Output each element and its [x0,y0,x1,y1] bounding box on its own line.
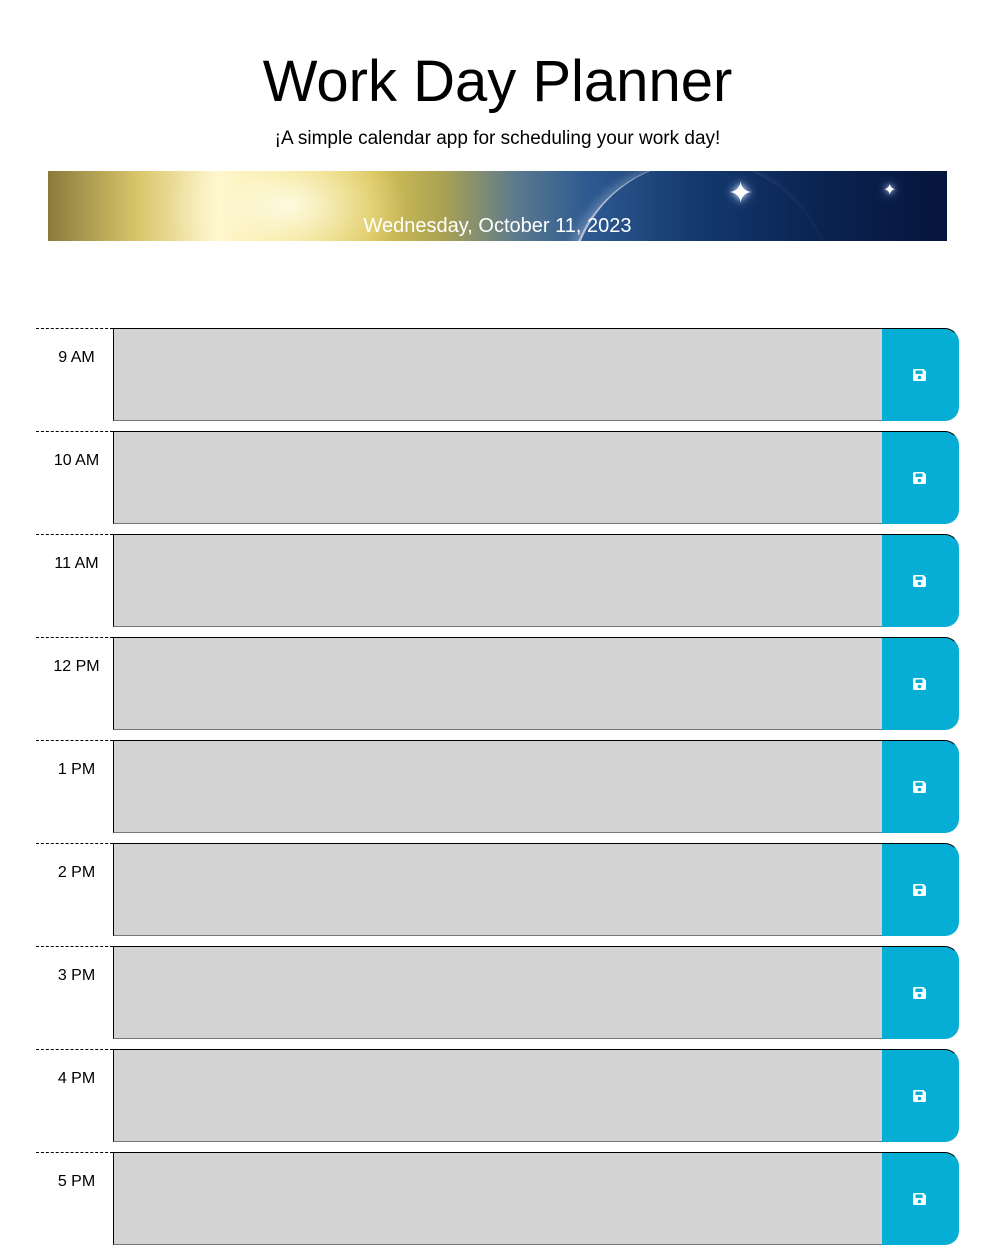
event-description-textarea[interactable] [113,740,883,833]
date-banner: ✦ ✦ Wednesday, October 11, 2023 [48,171,947,241]
floppy-disk-icon [913,369,926,381]
current-date: Wednesday, October 11, 2023 [363,215,632,237]
save-button[interactable] [882,946,959,1039]
hour-label-cell: 3 PM [36,946,113,1039]
time-block-row: 9 AM [36,328,959,421]
floppy-disk-icon [913,781,926,793]
floppy-disk-icon [913,678,926,690]
floppy-disk-icon [913,575,926,587]
hour-label: 4 PM [57,1070,96,1087]
page-subtitle: ¡A simple calendar app for scheduling yo… [274,128,721,149]
hour-label: 11 AM [54,555,99,572]
hour-label-cell: 5 PM [36,1152,113,1245]
time-block-row: 4 PM [36,1049,959,1142]
hour-label: 1 PM [57,761,96,778]
save-button[interactable] [882,740,959,833]
event-description-textarea[interactable] [113,843,883,936]
floppy-disk-icon [913,987,926,999]
hour-label-cell: 9 AM [36,328,113,421]
hour-label: 3 PM [57,967,96,984]
hour-label-cell: 4 PM [36,1049,113,1142]
star-icon: ✦ [728,177,754,210]
save-button[interactable] [882,637,959,730]
page: Work Day Planner ¡A simple calendar app … [0,0,995,1256]
hour-label-cell: 11 AM [36,534,113,627]
time-block-row: 5 PM [36,1152,959,1245]
save-button[interactable] [882,843,959,936]
save-button[interactable] [882,328,959,421]
hour-label-cell: 1 PM [36,740,113,833]
floppy-disk-icon [913,1193,926,1205]
star-icon: ✦ [883,182,897,199]
hour-label: 2 PM [57,864,96,881]
event-description-textarea[interactable] [113,1152,883,1245]
floppy-disk-icon [913,884,926,896]
time-block-row: 3 PM [36,946,959,1039]
time-block-row: 10 AM [36,431,959,524]
event-description-textarea[interactable] [113,1049,883,1142]
time-block-row: 11 AM [36,534,959,627]
hour-label: 9 AM [58,349,95,366]
save-button[interactable] [882,1152,959,1245]
hour-label: 12 PM [53,658,100,675]
time-block-row: 12 PM [36,637,959,730]
page-title: Work Day Planner [262,49,733,114]
save-button[interactable] [882,534,959,627]
hour-label: 5 PM [57,1173,96,1190]
event-description-textarea[interactable] [113,431,883,524]
time-block-row: 2 PM [36,843,959,936]
timeblock-list: 9 AM 10 AM 11 AM 12 PM 1 PM 2 PM 3 PM 4 … [36,328,959,1255]
floppy-disk-icon [913,1090,926,1102]
save-button[interactable] [882,431,959,524]
time-block-row: 1 PM [36,740,959,833]
hour-label: 10 AM [53,452,100,469]
save-button[interactable] [882,1049,959,1142]
event-description-textarea[interactable] [113,637,883,730]
event-description-textarea[interactable] [113,328,883,421]
hour-label-cell: 10 AM [36,431,113,524]
event-description-textarea[interactable] [113,946,883,1039]
event-description-textarea[interactable] [113,534,883,627]
floppy-disk-icon [913,472,926,484]
hour-label-cell: 12 PM [36,637,113,730]
hour-label-cell: 2 PM [36,843,113,936]
